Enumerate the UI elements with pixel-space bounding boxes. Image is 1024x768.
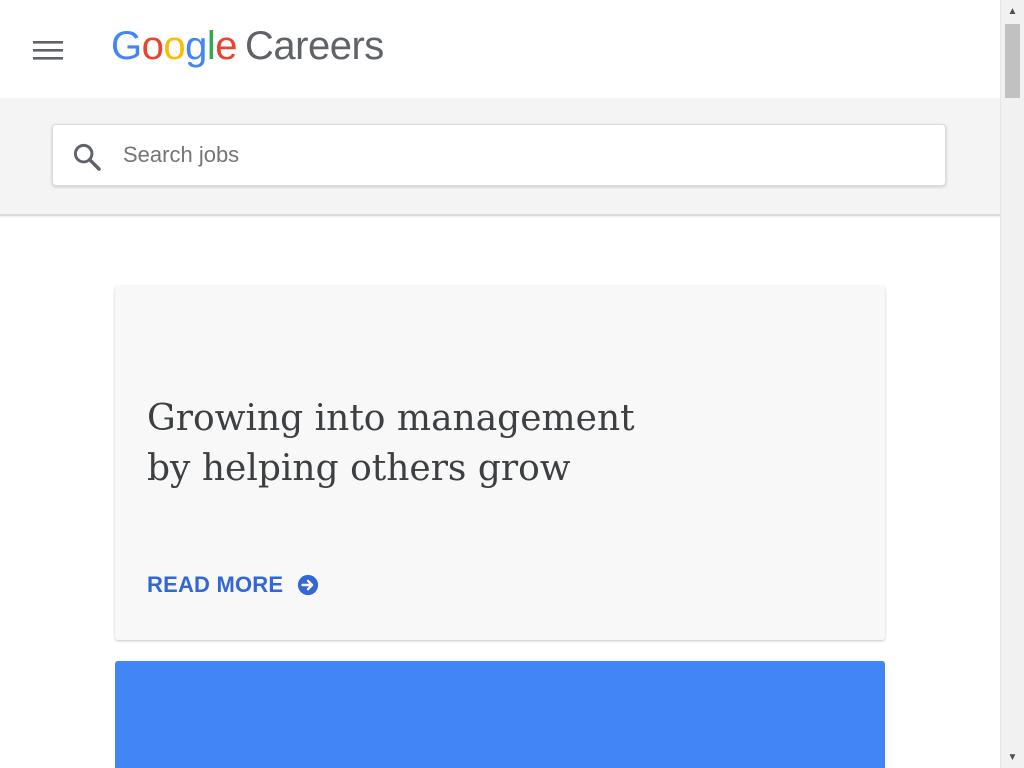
featured-blue-card[interactable] — [115, 661, 885, 768]
story-title-line-1: Growing into management — [147, 398, 635, 439]
hamburger-menu-icon — [33, 41, 63, 60]
arrow-right-circle-icon — [298, 574, 319, 596]
search-bar-container — [0, 98, 1000, 216]
logo-letter-o1: o — [141, 24, 164, 68]
main-menu-button[interactable] — [28, 32, 68, 68]
logo-letter-g: g — [185, 24, 207, 68]
logo-letter-G: G — [111, 24, 142, 68]
story-title-line-2: by helping others grow — [147, 448, 571, 489]
search-icon[interactable] — [71, 141, 103, 173]
search-box[interactable] — [52, 124, 946, 186]
google-wordmark: Google — [111, 24, 238, 69]
scroll-down-arrow-icon[interactable]: ▼ — [1001, 748, 1024, 766]
google-careers-logo[interactable]: Google Careers — [111, 24, 384, 74]
search-jobs-input[interactable] — [123, 135, 923, 175]
scrollbar-thumb[interactable] — [1005, 24, 1020, 98]
careers-wordmark: Careers — [245, 24, 384, 68]
read-more-link[interactable]: READ MORE — [147, 572, 319, 598]
story-title: Growing into management by helping other… — [147, 394, 667, 494]
scroll-up-arrow-icon[interactable]: ▲ — [1001, 2, 1024, 20]
logo-letter-e: e — [215, 24, 238, 68]
top-app-bar: Google Careers — [0, 0, 1000, 98]
read-more-label: READ MORE — [147, 572, 284, 597]
page: Google Careers Growing into management b… — [0, 0, 1000, 768]
vertical-scrollbar[interactable]: ▲ ▼ — [1000, 0, 1024, 768]
logo-letter-o2: o — [163, 24, 186, 68]
story-card[interactable]: Growing into management by helping other… — [115, 286, 885, 640]
logo-letter-l: l — [206, 24, 216, 68]
